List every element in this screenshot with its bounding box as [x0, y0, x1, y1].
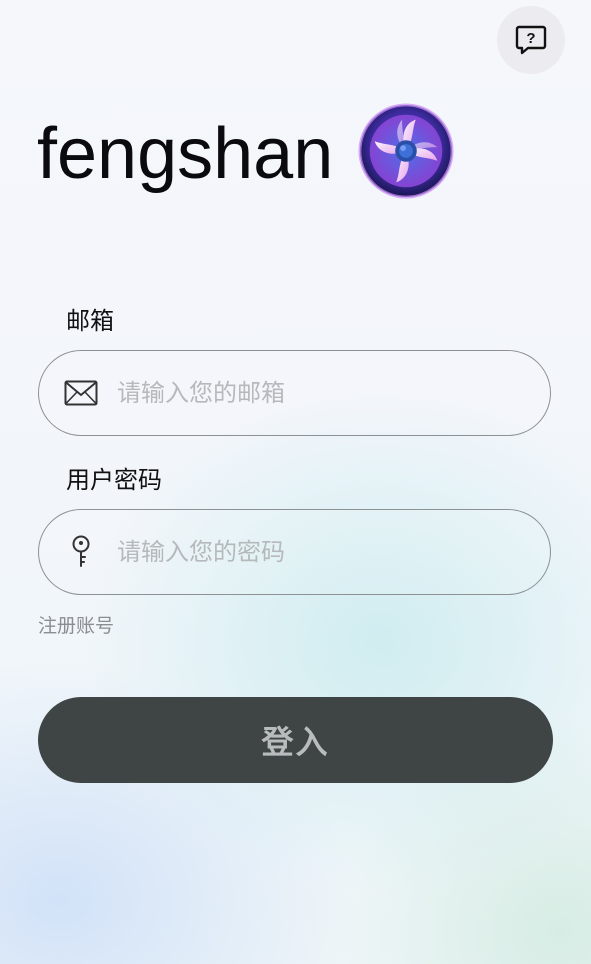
register-account-link[interactable]: 注册账号	[38, 612, 114, 640]
email-field-container[interactable]	[38, 350, 551, 436]
fan-logo-icon	[358, 103, 454, 199]
mail-icon	[61, 373, 101, 413]
login-button-label: 登入	[261, 724, 330, 760]
password-label: 用户密码	[66, 466, 162, 494]
password-input[interactable]	[115, 531, 520, 573]
password-field-container[interactable]	[38, 509, 551, 595]
email-label: 邮箱	[66, 307, 114, 335]
brand-header: fengshan	[37, 103, 455, 200]
email-input[interactable]	[115, 372, 520, 414]
svg-text:?: ?	[526, 30, 535, 47]
login-button[interactable]: 登入	[38, 697, 553, 783]
app-title: fengshan	[37, 114, 334, 194]
help-button[interactable]: ?	[497, 6, 565, 74]
help-chat-icon: ?	[515, 25, 547, 55]
key-icon	[61, 532, 101, 572]
